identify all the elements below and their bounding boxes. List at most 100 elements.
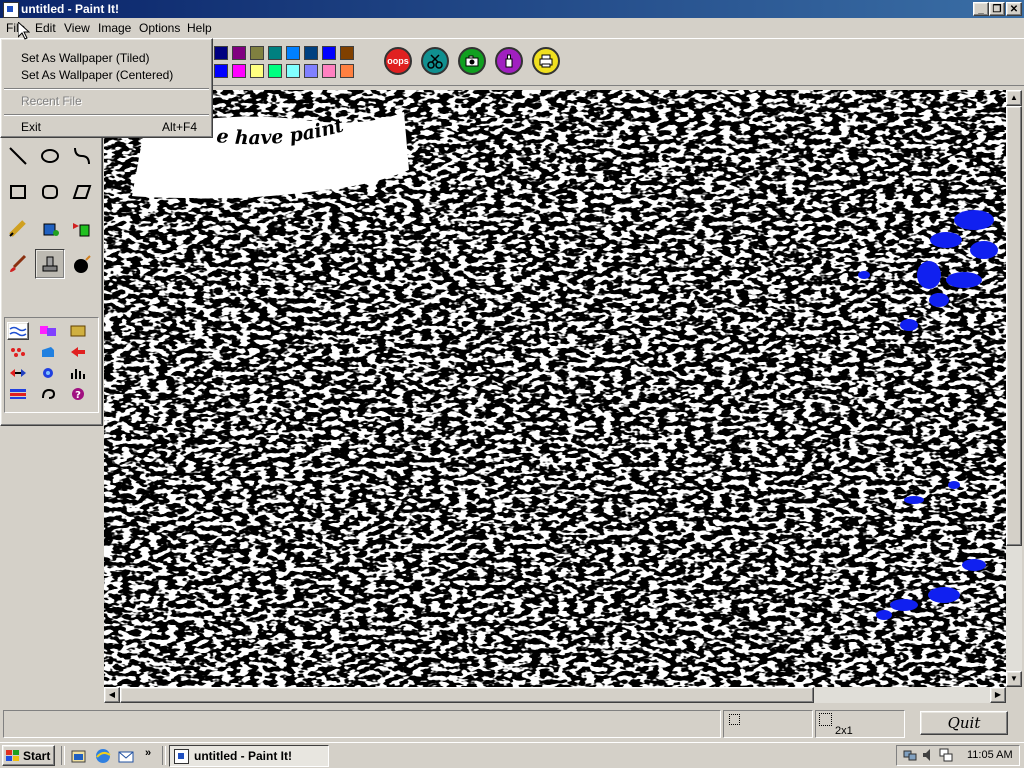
palette-swatch[interactable] — [304, 46, 318, 60]
palette-swatch[interactable] — [214, 64, 228, 78]
palette-swatch[interactable] — [322, 64, 336, 78]
effect-3d-button[interactable] — [37, 343, 59, 361]
stamp-tool[interactable] — [35, 249, 65, 279]
effect-graph-button[interactable] — [67, 364, 89, 382]
palette-swatch[interactable] — [214, 46, 228, 60]
ellipse-tool[interactable] — [35, 141, 65, 171]
vertical-scroll-thumb[interactable] — [1006, 106, 1022, 546]
selection-size-icon — [819, 713, 832, 726]
menu-edit[interactable]: Edit — [35, 21, 56, 35]
scroll-right-button[interactable]: ▶ — [990, 687, 1006, 703]
palette-swatch[interactable] — [286, 46, 300, 60]
palette-swatch[interactable] — [232, 46, 246, 60]
scissors-icon — [427, 54, 443, 69]
scroll-down-button[interactable]: ▼ — [1006, 671, 1022, 687]
network-status-tray-icon[interactable] — [939, 748, 953, 762]
ellipse-icon — [41, 149, 59, 163]
palette-swatch[interactable] — [250, 46, 264, 60]
curve-icon — [74, 147, 90, 165]
scissors-button[interactable] — [421, 47, 449, 75]
stamp-icon — [42, 256, 58, 272]
effect-stripes-button[interactable] — [7, 385, 29, 403]
selection-size-pane: 2x1 — [815, 710, 905, 738]
menu-image[interactable]: Image — [98, 21, 131, 35]
palette-swatch[interactable] — [232, 64, 246, 78]
menu-item-wallpaper-tiled[interactable]: Set As Wallpaper (Tiled) — [5, 50, 208, 67]
rectangle-tool[interactable] — [3, 177, 33, 207]
polygon-tool[interactable] — [67, 177, 97, 207]
brush-tool[interactable] — [3, 249, 33, 279]
pencil-tool[interactable] — [3, 213, 33, 243]
horizontal-scroll-thumb[interactable] — [120, 687, 814, 703]
app-icon[interactable] — [3, 2, 19, 18]
bomb-tool[interactable] — [67, 249, 97, 279]
camera-icon — [465, 55, 479, 67]
drawing-canvas[interactable]: e have paint 2 — [104, 90, 1006, 687]
menu-view[interactable]: View — [64, 21, 90, 35]
help-button[interactable]: ? — [67, 385, 89, 403]
rounded-rectangle-icon — [42, 185, 58, 199]
cursor-position-icon — [729, 714, 740, 725]
start-button[interactable]: Start — [2, 745, 55, 766]
tiles-icon — [70, 325, 86, 337]
effect-arrow-button[interactable] — [67, 343, 89, 361]
shapes-icon — [40, 326, 56, 336]
bottle-button[interactable] — [495, 47, 523, 75]
palette-swatch[interactable] — [322, 46, 336, 60]
horizontal-scrollbar[interactable]: ◀ ▶ — [104, 687, 1006, 703]
menu-help[interactable]: Help — [187, 21, 212, 35]
scroll-up-button[interactable]: ▲ — [1006, 90, 1022, 106]
volume-tray-icon[interactable] — [921, 748, 935, 762]
paint-bottle-icon — [505, 54, 513, 68]
effect-waves-button[interactable] — [7, 322, 29, 340]
help-icon: ? — [72, 388, 84, 401]
stripes-icon — [10, 389, 26, 399]
network-tray-icon[interactable] — [903, 748, 917, 762]
taskbar-task-paint-it[interactable]: untitled - Paint It! — [169, 745, 329, 767]
title-bar[interactable]: untitled - Paint It! _ ❐ ✕ — [0, 0, 1024, 18]
palette-swatch[interactable] — [286, 64, 300, 78]
camera-button[interactable] — [458, 47, 486, 75]
effect-shapes-button[interactable] — [37, 322, 59, 340]
clock: 11:05 AM — [967, 749, 1013, 761]
rounded-rect-tool[interactable] — [35, 177, 65, 207]
close-button[interactable]: ✕ — [1006, 2, 1022, 16]
menu-options[interactable]: Options — [139, 21, 180, 35]
task-label: untitled - Paint It! — [194, 749, 292, 763]
palette-swatch[interactable] — [340, 46, 354, 60]
spray-can-icon — [73, 223, 90, 237]
minimize-button[interactable]: _ — [973, 2, 989, 16]
curve-tool[interactable] — [67, 141, 97, 171]
internet-explorer-icon[interactable] — [94, 747, 112, 765]
scroll-left-button[interactable]: ◀ — [104, 687, 120, 703]
brush-icon — [10, 254, 27, 272]
effect-dots-button[interactable] — [7, 343, 29, 361]
palette-swatch[interactable] — [268, 46, 282, 60]
oops-button[interactable]: oops — [384, 47, 412, 75]
quicklaunch-chevron-icon[interactable]: » — [145, 747, 151, 759]
paint-bucket-icon — [43, 223, 59, 236]
restore-button[interactable]: ❐ — [989, 2, 1005, 16]
effect-swirl-button[interactable] — [37, 385, 59, 403]
show-desktop-icon[interactable] — [70, 747, 88, 765]
action-buttons: oops — [384, 47, 560, 75]
palette-swatch[interactable] — [340, 64, 354, 78]
system-tray: 11:05 AM — [896, 745, 1020, 766]
selection-size-text: 2x1 — [835, 725, 853, 737]
paint-bucket-tool[interactable] — [35, 213, 65, 243]
effect-tiles-button[interactable] — [67, 322, 89, 340]
spray-tool[interactable] — [67, 213, 97, 243]
palette-swatch[interactable] — [268, 64, 282, 78]
vertical-scrollbar[interactable]: ▲ ▼ — [1006, 90, 1022, 687]
effect-burst-button[interactable] — [37, 364, 59, 382]
line-tool[interactable] — [3, 141, 33, 171]
effect-flip-button[interactable] — [7, 364, 29, 382]
palette-swatch[interactable] — [304, 64, 318, 78]
taskbar-divider — [162, 746, 166, 765]
menu-item-wallpaper-centered[interactable]: Set As Wallpaper (Centered) — [5, 67, 208, 84]
quit-button[interactable]: Quit — [920, 711, 1008, 735]
printer-button[interactable] — [532, 47, 560, 75]
mouse-pointer-icon — [18, 22, 30, 40]
outlook-express-icon[interactable] — [117, 747, 135, 765]
palette-swatch[interactable] — [250, 64, 264, 78]
